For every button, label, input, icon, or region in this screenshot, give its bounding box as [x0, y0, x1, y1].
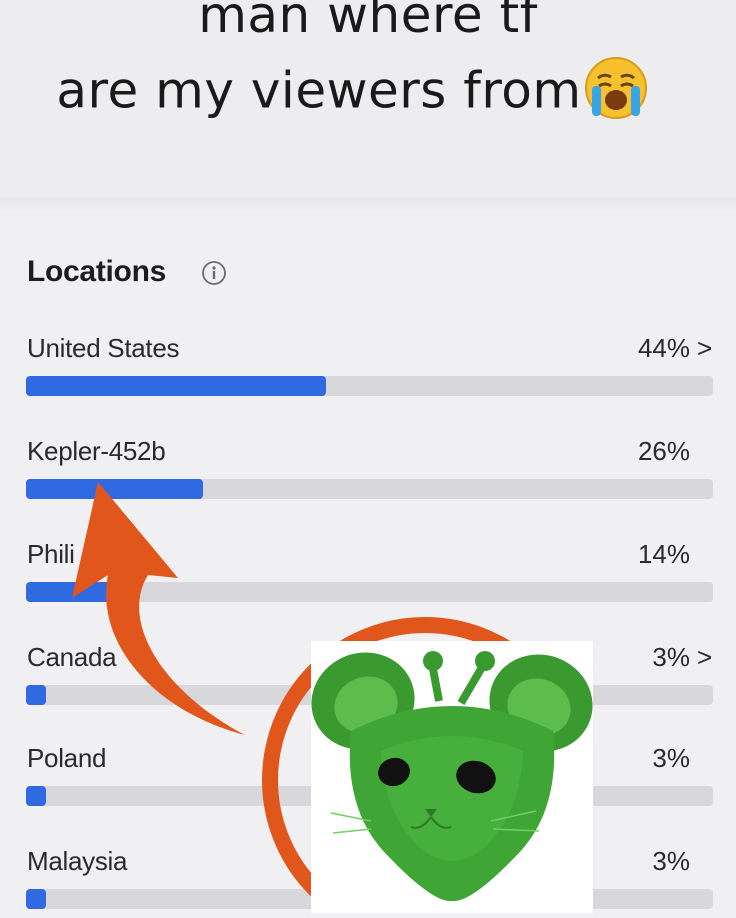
location-bar-fill — [26, 582, 122, 602]
location-bar-track — [26, 479, 713, 499]
location-percent: 26% — [637, 436, 690, 466]
location-bar-fill — [26, 889, 47, 909]
location-percent: 3% — [652, 743, 690, 773]
location-percent: 14% — [637, 539, 690, 569]
location-bar-fill — [26, 685, 47, 705]
location-percent: 3% — [652, 846, 690, 876]
location-name: Kepler-452b — [27, 436, 166, 466]
locations-title: Locations — [27, 255, 166, 288]
location-bar-fill — [26, 479, 204, 499]
location-percent: 44% — [637, 333, 690, 363]
info-icon[interactable] — [201, 260, 227, 291]
meme-caption: man where tf are my viewers from — [0, 0, 736, 200]
location-name: Malaysia — [27, 846, 128, 876]
chevron-right-icon: > — [697, 642, 713, 672]
location-bar-track — [26, 582, 713, 602]
location-name: Canada — [27, 642, 117, 672]
caption-line-2-text: are my viewers from — [56, 61, 582, 120]
green-alien-cat-image — [311, 641, 593, 913]
location-percent: 3% — [652, 642, 690, 672]
location-name: Poland — [27, 743, 107, 773]
location-bar-track — [26, 376, 713, 396]
chevron-right-icon: > — [697, 333, 713, 363]
crying-face-emoji-icon — [584, 56, 648, 132]
location-name: United States — [27, 333, 180, 363]
caption-line-2: are my viewers from — [0, 56, 720, 132]
location-bar-fill — [26, 376, 326, 396]
location-bar-fill — [26, 786, 47, 806]
location-name: Phili — [27, 539, 75, 569]
caption-line-1: man where tf — [198, 0, 538, 44]
caption-divider — [0, 198, 736, 212]
